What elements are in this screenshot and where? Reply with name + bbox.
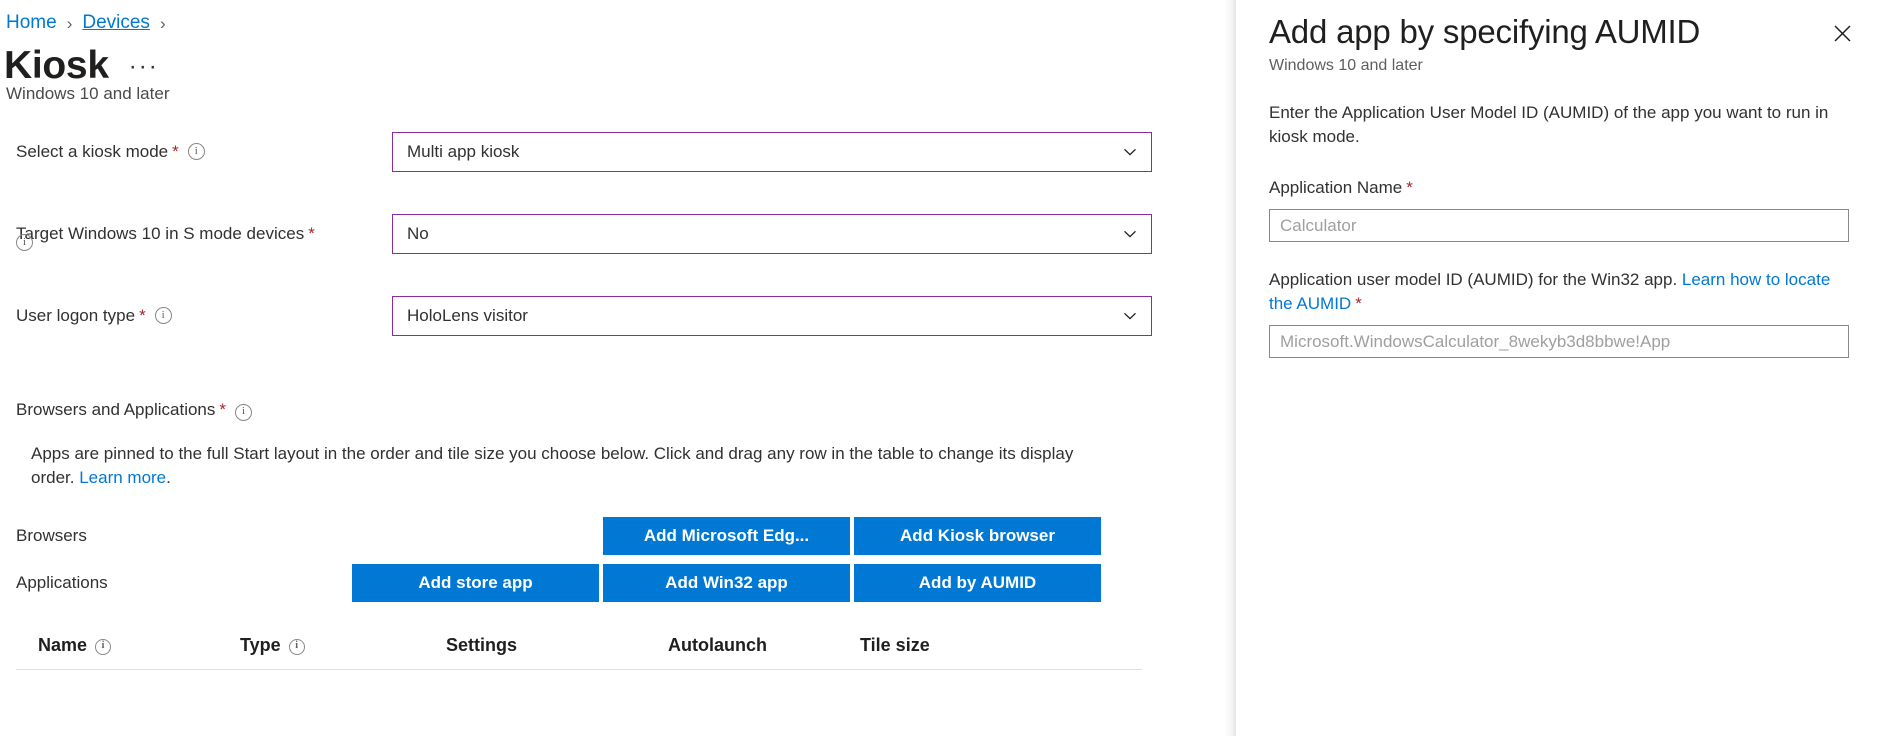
add-app-aumid-panel: Add app by specifying AUMID Windows 10 a…: [1236, 0, 1881, 736]
application-name-input[interactable]: Calculator: [1269, 209, 1849, 242]
table-header-row: Name i Type i Settings Autolaunch Tile s…: [16, 622, 1142, 670]
panel-body: Enter the Application User Model ID (AUM…: [1236, 75, 1881, 359]
column-header-type: Type i: [240, 635, 446, 656]
panel-title: Add app by specifying AUMID: [1269, 12, 1855, 52]
application-name-field-group: Application Name* Calculator: [1269, 176, 1848, 242]
info-glyph: i: [102, 641, 105, 651]
info-icon[interactable]: i: [95, 639, 111, 655]
chevron-right-icon: ›: [67, 15, 73, 32]
chevron-down-icon: [1121, 307, 1139, 325]
label-text: Application Name: [1269, 178, 1402, 197]
breadcrumb-item-devices[interactable]: Devices: [82, 12, 150, 34]
column-header-tile-size: Tile size: [860, 635, 1020, 656]
label-text: Application user model ID (AUMID) for th…: [1269, 270, 1682, 289]
description-text: Apps are pinned to the full Start layout…: [31, 444, 1073, 487]
label-text: Select a kiosk mode: [16, 141, 168, 164]
kiosk-configuration-screen: Home › Devices › Kiosk ··· Windows 10 an…: [0, 0, 1881, 736]
add-microsoft-edge-button[interactable]: Add Microsoft Edg...: [603, 517, 850, 555]
info-glyph: i: [195, 146, 198, 157]
breadcrumb-item-home[interactable]: Home: [6, 12, 57, 34]
panel-header: Add app by specifying AUMID Windows 10 a…: [1236, 0, 1881, 75]
chevron-right-icon: ›: [160, 15, 166, 32]
more-options-button[interactable]: ···: [129, 55, 159, 85]
add-win32-app-button[interactable]: Add Win32 app: [603, 564, 850, 602]
field-label-user-logon-type: User logon type * i: [0, 296, 392, 328]
add-app-button-rows: Browsers Add Microsoft Edg... Add Kiosk …: [0, 512, 1236, 606]
info-glyph: i: [295, 641, 298, 651]
dropdown-kiosk-mode[interactable]: Multi app kiosk: [392, 132, 1152, 172]
learn-more-link[interactable]: Learn more: [79, 468, 166, 487]
page-subtitle: Windows 10 and later: [6, 84, 169, 104]
kiosk-settings-form: Select a kiosk mode * i Multi app kiosk …: [0, 132, 1236, 378]
browsers-apps-description: Apps are pinned to the full Start layout…: [31, 442, 1091, 490]
dropdown-user-logon-type[interactable]: HoloLens visitor: [392, 296, 1152, 336]
dropdown-value: Multi app kiosk: [407, 142, 519, 162]
applications-row: Applications Add store app Add Win32 app…: [0, 559, 1236, 606]
browsers-and-applications-section: Browsers and Applications * i Apps are p…: [0, 400, 1236, 670]
description-period: .: [166, 468, 171, 487]
input-placeholder: Calculator: [1280, 216, 1357, 236]
add-by-aumid-button[interactable]: Add by AUMID: [854, 564, 1101, 602]
required-asterisk: *: [1355, 294, 1362, 313]
form-row-user-logon-type: User logon type * i HoloLens visitor: [0, 296, 1236, 348]
info-glyph: i: [242, 406, 245, 417]
info-icon[interactable]: i: [188, 143, 205, 160]
required-asterisk: *: [1406, 178, 1413, 197]
main-content-pane: Home › Devices › Kiosk ··· Windows 10 an…: [0, 0, 1236, 736]
browsers-apps-heading: Browsers and Applications * i: [0, 400, 1236, 420]
required-asterisk: *: [172, 141, 179, 164]
info-icon[interactable]: i: [235, 404, 252, 421]
field-label-kiosk-mode: Select a kiosk mode * i: [0, 132, 392, 164]
aumid-input[interactable]: Microsoft.WindowsCalculator_8wekyb3d8bbw…: [1269, 325, 1849, 358]
applications-buttons: Add store app Add Win32 app Add by AUMID: [352, 564, 1101, 602]
info-icon[interactable]: i: [155, 307, 172, 324]
page-title-row: Kiosk ···: [4, 46, 159, 85]
dropdown-s-mode[interactable]: No: [392, 214, 1152, 254]
apps-table: Name i Type i Settings Autolaunch Tile s…: [16, 622, 1142, 670]
label-text: Target Windows 10 in S mode devices: [16, 223, 304, 246]
form-row-s-mode: Target Windows 10 in S mode devices * i …: [0, 214, 1236, 266]
browsers-row: Browsers Add Microsoft Edg... Add Kiosk …: [0, 512, 1236, 559]
browsers-buttons: Add Microsoft Edg... Add Kiosk browser: [352, 517, 1101, 555]
required-asterisk: *: [139, 305, 146, 328]
column-header-name: Name i: [16, 635, 240, 656]
application-name-label: Application Name*: [1269, 176, 1849, 200]
label-text: User logon type: [16, 305, 135, 328]
required-asterisk: *: [219, 400, 226, 420]
column-header-autolaunch: Autolaunch: [668, 635, 860, 656]
add-kiosk-browser-button[interactable]: Add Kiosk browser: [854, 517, 1101, 555]
dropdown-value: No: [407, 224, 429, 244]
form-row-kiosk-mode: Select a kiosk mode * i Multi app kiosk: [0, 132, 1236, 184]
panel-intro-text: Enter the Application User Model ID (AUM…: [1269, 101, 1845, 150]
input-placeholder: Microsoft.WindowsCalculator_8wekyb3d8bbw…: [1280, 332, 1670, 352]
aumid-field-group: Application user model ID (AUMID) for th…: [1269, 268, 1848, 358]
chevron-down-icon: [1121, 143, 1139, 161]
column-label: Type: [240, 635, 281, 656]
info-icon[interactable]: i: [289, 639, 305, 655]
heading-text: Browsers and Applications: [16, 400, 215, 420]
column-label: Name: [38, 635, 87, 656]
panel-subtitle: Windows 10 and later: [1269, 57, 1855, 75]
applications-row-label: Applications: [0, 573, 352, 593]
required-asterisk: *: [308, 223, 315, 246]
breadcrumb: Home › Devices ›: [6, 12, 166, 34]
browsers-row-label: Browsers: [0, 526, 352, 546]
add-store-app-button[interactable]: Add store app: [352, 564, 599, 602]
info-icon[interactable]: i: [16, 234, 33, 251]
page-title: Kiosk: [4, 46, 109, 85]
aumid-label: Application user model ID (AUMID) for th…: [1269, 268, 1849, 316]
column-header-settings: Settings: [446, 635, 668, 656]
close-icon[interactable]: [1825, 16, 1859, 50]
info-glyph: i: [162, 310, 165, 321]
dropdown-value: HoloLens visitor: [407, 306, 528, 326]
info-glyph: i: [23, 237, 26, 248]
chevron-down-icon: [1121, 225, 1139, 243]
field-label-s-mode: Target Windows 10 in S mode devices * i: [0, 214, 392, 246]
